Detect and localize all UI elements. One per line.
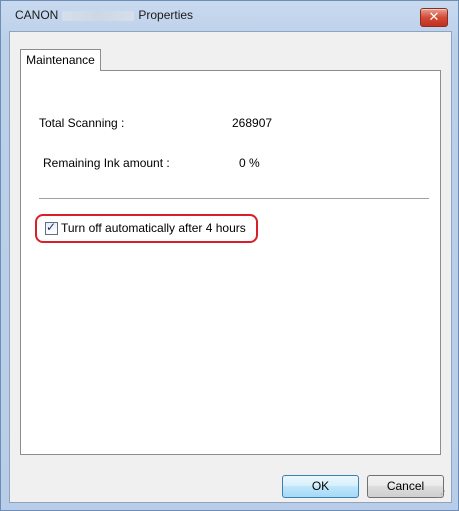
- title-bar[interactable]: CANON Properties ✕: [1, 1, 458, 30]
- auto-off-checkbox[interactable]: ✓: [45, 220, 58, 235]
- separator-line: [39, 198, 429, 200]
- cancel-button-label: Cancel: [386, 479, 425, 493]
- close-button[interactable]: ✕: [420, 8, 448, 27]
- remaining-ink-label: Remaining Ink amount :: [43, 156, 170, 170]
- resize-grip-icon[interactable]: ⋰: [437, 488, 449, 500]
- close-icon: ✕: [428, 9, 440, 24]
- tab-maintenance[interactable]: Maintenance: [20, 49, 101, 71]
- title-prefix: CANON: [15, 8, 59, 22]
- checkmark-icon: ✓: [46, 220, 57, 234]
- window-title: CANON Properties: [15, 8, 193, 22]
- cancel-button[interactable]: Cancel: [367, 475, 444, 498]
- maintenance-panel: Total Scanning : 268907 Remaining Ink am…: [20, 70, 441, 455]
- auto-off-label[interactable]: Turn off automatically after 4 hours: [61, 221, 246, 235]
- highlight-ring: ✓ Turn off automatically after 4 hours: [35, 214, 258, 243]
- remaining-ink-value: 0 %: [239, 156, 260, 170]
- tab-maintenance-label: Maintenance: [26, 53, 95, 67]
- total-scanning-value: 268907: [232, 116, 273, 130]
- ok-button[interactable]: OK: [282, 475, 359, 498]
- ok-button-label: OK: [311, 479, 330, 493]
- title-suffix: Properties: [138, 8, 194, 22]
- total-scanning-label: Total Scanning :: [39, 116, 125, 130]
- redacted-model-name: [62, 10, 135, 21]
- properties-dialog: CANON Properties ✕ Maintenance Total Scan…: [0, 0, 459, 511]
- dialog-body: Maintenance Total Scanning : 268907 Rema…: [9, 31, 452, 503]
